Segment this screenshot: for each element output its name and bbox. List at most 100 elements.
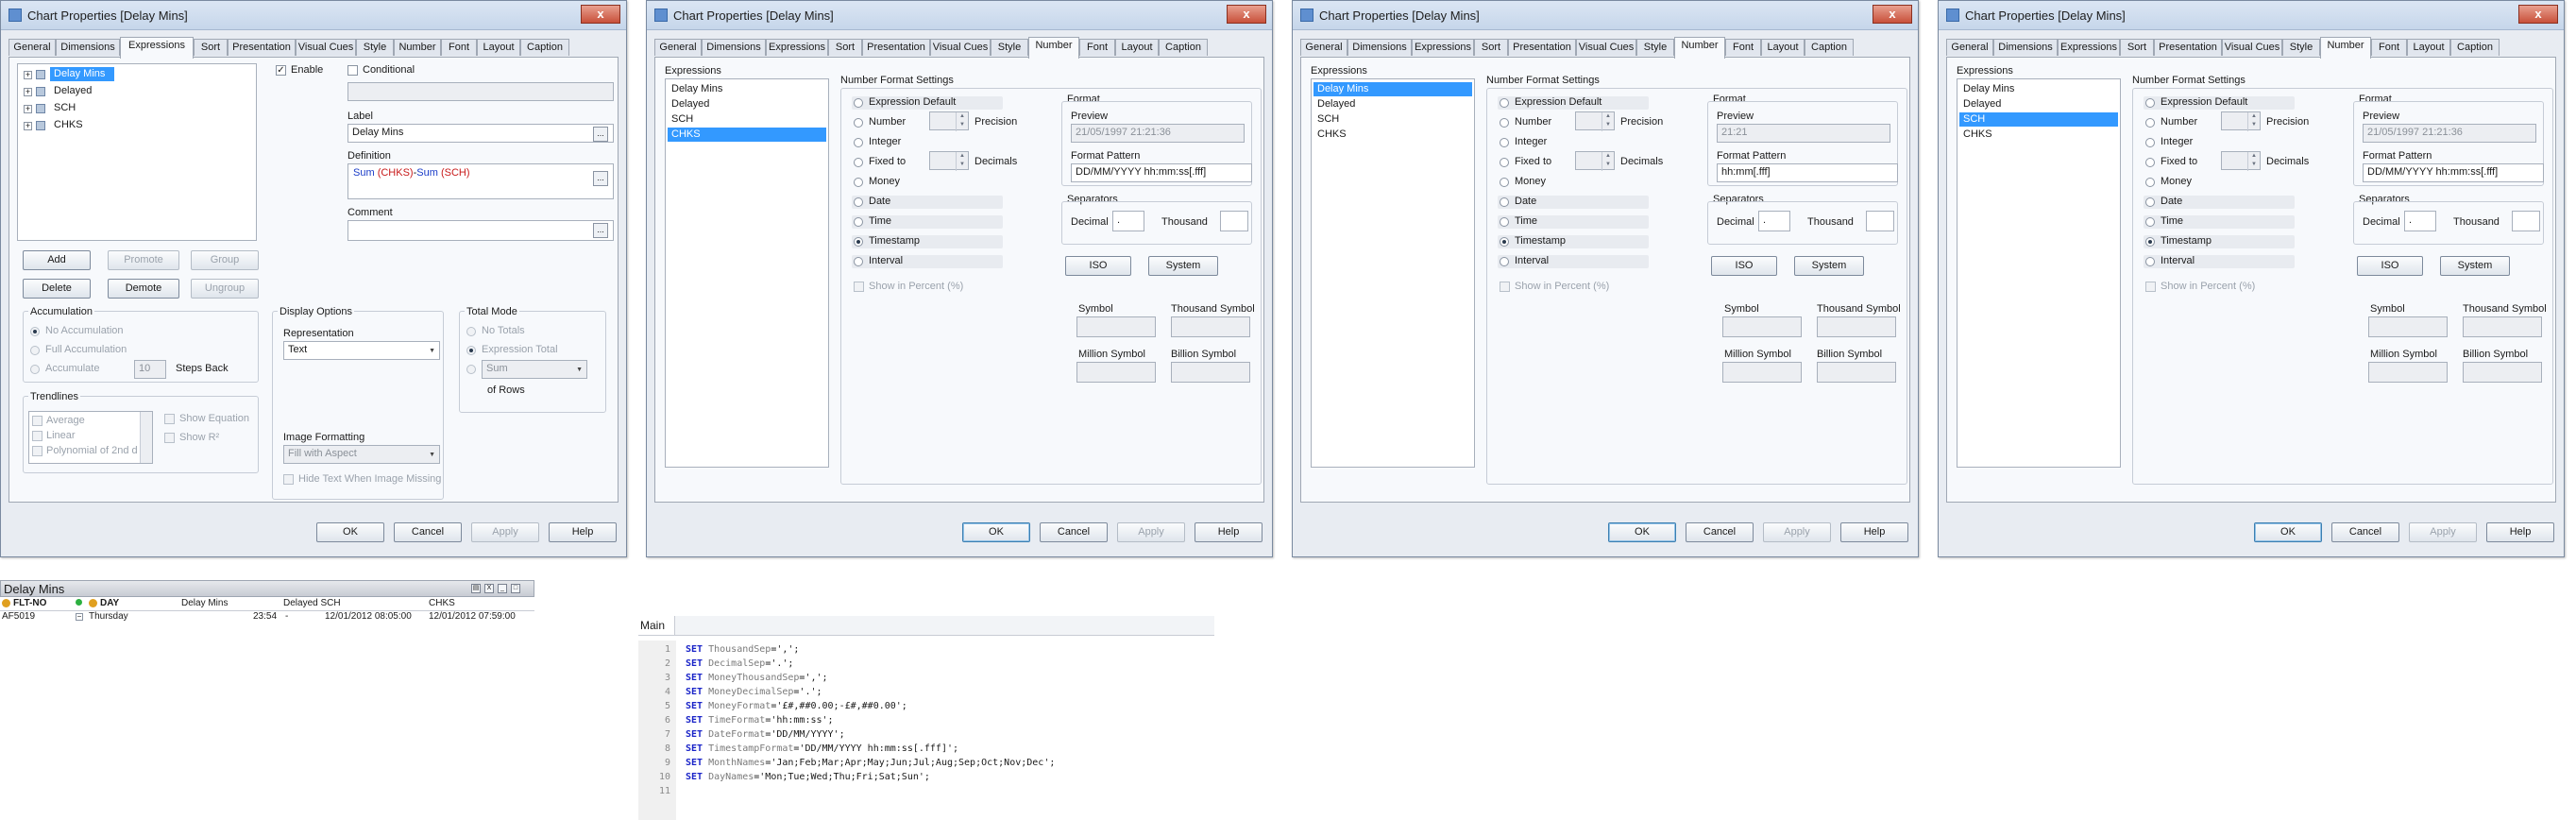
table-caption[interactable]: Delay Mins ▤ X _ □ bbox=[0, 580, 534, 597]
title-bar[interactable]: Chart Properties [Delay Mins] x bbox=[1, 1, 626, 30]
date-radio[interactable] bbox=[2145, 197, 2155, 207]
system-button[interactable]: System bbox=[1148, 256, 1218, 276]
expression-item[interactable]: SCH bbox=[1313, 112, 1472, 127]
expand-icon[interactable]: + bbox=[24, 122, 32, 130]
date-radio[interactable] bbox=[1500, 197, 1509, 207]
tab-expressions[interactable]: Expressions bbox=[766, 39, 828, 56]
show-percent-checkbox[interactable] bbox=[1500, 282, 1510, 292]
tree-item-sch[interactable]: SCH bbox=[50, 101, 129, 115]
tab-sort[interactable]: Sort bbox=[1474, 39, 1508, 56]
apply-button[interactable]: Apply bbox=[1117, 522, 1185, 542]
tab-sort[interactable]: Sort bbox=[2120, 39, 2154, 56]
fixed-to-radio[interactable] bbox=[2145, 158, 2155, 167]
tab-general[interactable]: General bbox=[654, 39, 702, 56]
tab-presentation[interactable]: Presentation bbox=[862, 39, 930, 56]
tab-font[interactable]: Font bbox=[1725, 39, 1761, 56]
system-button[interactable]: System bbox=[2440, 256, 2510, 276]
tab-expressions[interactable]: Expressions bbox=[2058, 39, 2120, 56]
tab-visual-cues[interactable]: Visual Cues bbox=[296, 39, 356, 56]
sum-radio[interactable] bbox=[466, 365, 476, 374]
demote-button[interactable]: Demote bbox=[108, 279, 179, 299]
conditional-checkbox[interactable] bbox=[347, 65, 358, 76]
number-radio[interactable] bbox=[854, 118, 863, 128]
time-radio[interactable] bbox=[1500, 217, 1509, 227]
iso-button[interactable]: ISO bbox=[1711, 256, 1777, 276]
comment-edit-button[interactable]: ... bbox=[593, 223, 608, 238]
cancel-button[interactable]: Cancel bbox=[394, 522, 462, 542]
delete-button[interactable]: Delete bbox=[23, 279, 91, 299]
thousand-separator-input[interactable] bbox=[2512, 211, 2540, 231]
label-edit-button[interactable]: ... bbox=[593, 127, 608, 142]
tab-style[interactable]: Style bbox=[356, 39, 394, 56]
format-pattern-input[interactable]: hh:mm[.fff] bbox=[1717, 163, 1898, 182]
comment-input[interactable] bbox=[347, 220, 614, 241]
close-button[interactable]: x bbox=[1873, 5, 1912, 24]
accumulate-radio[interactable] bbox=[30, 365, 40, 374]
help-button[interactable]: Help bbox=[1840, 522, 1908, 542]
interval-radio[interactable] bbox=[2145, 257, 2155, 266]
expression-item[interactable]: SCH bbox=[1959, 112, 2118, 127]
definition-edit-button[interactable]: ... bbox=[593, 171, 608, 186]
ok-button[interactable]: OK bbox=[962, 522, 1030, 542]
expression-item[interactable]: Delay Mins bbox=[668, 82, 826, 96]
label-input[interactable]: Delay Mins bbox=[347, 124, 614, 143]
tab-dimensions[interactable]: Dimensions bbox=[1347, 39, 1412, 56]
header-delayed-sch[interactable]: Delayed SCH bbox=[283, 598, 341, 608]
system-button[interactable]: System bbox=[1794, 256, 1864, 276]
expressions-list[interactable]: Delay Mins Delayed SCH CHKS bbox=[665, 78, 829, 468]
format-pattern-input[interactable]: DD/MM/YYYY hh:mm:ss[.fff] bbox=[2363, 163, 2544, 182]
expand-icon[interactable]: + bbox=[24, 105, 32, 113]
expression-item[interactable]: SCH bbox=[668, 112, 826, 127]
tab-number[interactable]: Number bbox=[1674, 37, 1725, 59]
linear-checkbox[interactable] bbox=[32, 431, 42, 441]
representation-select[interactable]: Text ▼ bbox=[283, 341, 440, 360]
trendlines-list[interactable]: Average Linear Polynomial of 2nd d bbox=[28, 411, 153, 464]
expression-item[interactable]: CHKS bbox=[668, 128, 826, 142]
tab-style[interactable]: Style bbox=[1636, 39, 1674, 56]
integer-radio[interactable] bbox=[1500, 138, 1509, 147]
polynomial-checkbox[interactable] bbox=[32, 446, 42, 456]
show-percent-checkbox[interactable] bbox=[854, 282, 864, 292]
tab-dimensions[interactable]: Dimensions bbox=[702, 39, 766, 56]
expression-tree[interactable]: + Delay Mins + Delayed + SCH + CHKS bbox=[17, 63, 257, 241]
tab-font[interactable]: Font bbox=[441, 39, 477, 56]
ok-button[interactable]: OK bbox=[316, 522, 384, 542]
tab-presentation[interactable]: Presentation bbox=[2154, 39, 2222, 56]
tab-font[interactable]: Font bbox=[1079, 39, 1115, 56]
decimal-separator-input[interactable]: . bbox=[1758, 211, 1790, 231]
expression-item[interactable]: CHKS bbox=[1313, 128, 1472, 142]
tab-general[interactable]: General bbox=[1946, 39, 1993, 56]
definition-input[interactable]: Sum (CHKS)-Sum (SCH) bbox=[347, 163, 614, 199]
tab-general[interactable]: General bbox=[1300, 39, 1347, 56]
ok-button[interactable]: OK bbox=[1608, 522, 1676, 542]
hide-text-checkbox[interactable] bbox=[283, 474, 294, 485]
search-icon[interactable] bbox=[89, 599, 97, 607]
fixed-to-radio[interactable] bbox=[1500, 158, 1509, 167]
tab-layout[interactable]: Layout bbox=[2407, 39, 2450, 56]
timestamp-radio[interactable] bbox=[1500, 237, 1509, 247]
expression-item[interactable]: CHKS bbox=[1959, 128, 2118, 142]
tab-visual-cues[interactable]: Visual Cues bbox=[930, 39, 991, 56]
tab-number[interactable]: Number bbox=[1028, 37, 1079, 59]
code-line[interactable]: SET TimestampFormat='DD/MM/YYYY hh:mm:ss… bbox=[686, 743, 958, 754]
tab-style[interactable]: Style bbox=[2282, 39, 2320, 56]
average-checkbox[interactable] bbox=[32, 416, 42, 426]
promote-button[interactable]: Promote bbox=[108, 250, 179, 270]
time-radio[interactable] bbox=[854, 217, 863, 227]
close-button[interactable]: x bbox=[1227, 5, 1266, 24]
code-line[interactable]: SET MoneyDecimalSep='.'; bbox=[686, 687, 822, 697]
full-accumulation-radio[interactable] bbox=[30, 346, 40, 355]
tab-general[interactable]: General bbox=[8, 39, 56, 56]
tab-style[interactable]: Style bbox=[991, 39, 1028, 56]
fixed-to-radio[interactable] bbox=[854, 158, 863, 167]
script-code-area[interactable]: 1 2 3 4 5 6 7 8 9 10 11 SET ThousandSep=','; SET De… bbox=[638, 641, 1214, 820]
cancel-button[interactable]: Cancel bbox=[1040, 522, 1108, 542]
add-button[interactable]: Add bbox=[23, 250, 91, 270]
tab-presentation[interactable]: Presentation bbox=[1508, 39, 1576, 56]
close-button[interactable]: x bbox=[581, 5, 620, 24]
ungroup-button[interactable]: Ungroup bbox=[191, 279, 259, 299]
tab-layout[interactable]: Layout bbox=[477, 39, 520, 56]
date-radio[interactable] bbox=[854, 197, 863, 207]
minimize-icon[interactable]: _ bbox=[498, 584, 507, 593]
tab-expressions[interactable]: Expressions bbox=[120, 37, 194, 59]
